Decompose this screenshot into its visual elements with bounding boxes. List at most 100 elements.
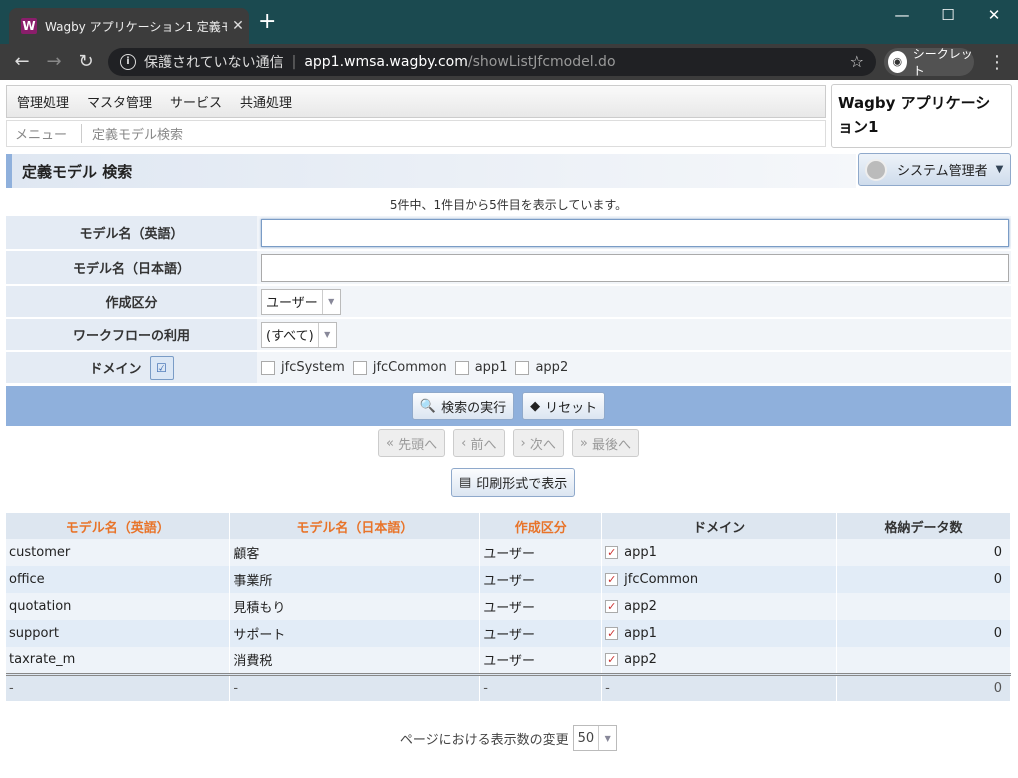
url-host: app1.wmsa.wagby.com (304, 54, 468, 70)
dropdown-arrow-icon: ▼ (321, 289, 340, 314)
name-en-label: モデル名（英語） (6, 216, 257, 249)
forward-arrow-icon[interactable]: → (42, 50, 66, 74)
search-row-domain: ドメイン ☑ jfcSystem jfcCommon app1 app2 (6, 352, 1011, 384)
menu-item-service[interactable]: サービス (170, 92, 222, 111)
domain-option-jfcsystem[interactable]: jfcSystem (261, 360, 345, 375)
table-row[interactable]: office 事業所 ユーザー ✓ jfcCommon 0 (6, 566, 1011, 593)
cell-domain: ✓ app1 (601, 620, 838, 647)
cell-count: 0 (836, 620, 1011, 647)
next-page-label: 次へ (529, 437, 556, 453)
cell-domain-value: app2 (624, 599, 657, 614)
cell-name-en[interactable]: taxrate_m (6, 647, 231, 674)
search-button[interactable]: 🔍 検索の実行 (411, 392, 515, 420)
last-page-button[interactable]: » 最後へ (571, 429, 639, 457)
app-title: Wagby アプリケーション1 (831, 84, 1012, 148)
address-bar[interactable]: i 保護されていない通信 | app1.wmsa.wagby.com/showL… (108, 48, 876, 76)
page-size-control: ページにおける表示数の変更 50 ▼ (6, 725, 1011, 751)
workflow-label: ワークフローの利用 (6, 319, 257, 350)
close-window-icon[interactable]: ✕ (978, 6, 1010, 26)
workflow-select[interactable]: (すべて) ▼ (261, 321, 337, 348)
table-header-row: モデル名（英語） モデル名（日本語） 作成区分 ドメイン 格納データ数 (6, 513, 1011, 539)
col-header-name-ja[interactable]: モデル名（日本語） (229, 513, 481, 539)
table-row[interactable]: support サポート ユーザー ✓ app1 0 (6, 620, 1011, 647)
table-row[interactable]: taxrate_m 消費税 ユーザー ✓ app2 (6, 647, 1011, 674)
total-name-ja: - (229, 672, 481, 701)
checkbox-icon[interactable] (352, 360, 367, 375)
info-icon[interactable]: i (120, 54, 136, 70)
menu-item-common[interactable]: 共通処理 (240, 92, 292, 111)
incognito-badge[interactable]: ◉ シークレット (884, 47, 974, 78)
cell-creator: ユーザー (479, 539, 603, 566)
main-menu-bar: 管理処理 マスタ管理 サービス 共通処理 (6, 85, 826, 118)
maximize-icon[interactable]: ☐ (932, 6, 964, 26)
browser-menu-icon[interactable]: ⋮ (988, 52, 1006, 73)
page-size-select[interactable]: 50 ▼ (572, 725, 618, 751)
name-en-input[interactable] (261, 218, 1009, 247)
cell-name-en[interactable]: office (6, 566, 231, 593)
print-view-button[interactable]: ▤ 印刷形式で表示 (451, 468, 576, 497)
total-count: 0 (836, 672, 1011, 701)
prev-page-label: 前へ (470, 437, 497, 453)
cell-domain-value: jfcCommon (624, 572, 699, 587)
next-page-button[interactable]: › 次へ (512, 429, 564, 457)
breadcrumb-menu-link[interactable]: メニュー (15, 124, 83, 143)
search-action-bar: 🔍 検索の実行 ◆ リセット (6, 386, 1011, 426)
chevron-down-icon: ▼ (995, 164, 1004, 175)
checkbox-icon[interactable] (515, 360, 530, 375)
cell-name-en[interactable]: quotation (6, 593, 231, 620)
reset-button[interactable]: ◆ リセット (522, 392, 606, 420)
cell-name-ja: 顧客 (229, 539, 481, 566)
domain-select-all-checkbox-icon[interactable]: ☑ (149, 355, 174, 380)
user-name: システム管理者 (897, 164, 988, 179)
total-name-en: - (6, 672, 231, 701)
cell-domain: ✓ jfcCommon (601, 566, 838, 593)
cell-name-en[interactable]: support (6, 620, 231, 647)
search-row-name-ja: モデル名（日本語） (6, 251, 1011, 285)
prev-page-button[interactable]: ‹ 前へ (453, 429, 505, 457)
back-arrow-icon[interactable]: ← (10, 50, 34, 74)
checked-icon: ✓ (605, 546, 619, 559)
domain-option-jfccommon[interactable]: jfcCommon (352, 360, 447, 375)
double-chevron-left-icon: « (386, 435, 399, 451)
checkbox-icon[interactable] (454, 360, 469, 375)
breadcrumb: メニュー 定義モデル検索 (6, 120, 826, 147)
tab-close-icon[interactable]: ✕ (227, 18, 249, 34)
tab-title: Wagby アプリケーション1 定義モデル (45, 19, 227, 34)
menu-item-master[interactable]: マスタ管理 (87, 92, 152, 111)
first-page-button[interactable]: « 先頭へ (378, 429, 446, 457)
table-row[interactable]: quotation 見積もり ユーザー ✓ app2 (6, 593, 1011, 620)
creator-selected: ユーザー (266, 296, 318, 311)
total-creator: - (479, 672, 603, 701)
dropdown-arrow-icon: ▼ (317, 322, 336, 347)
checked-icon: ✓ (605, 600, 619, 613)
domain-option-app2[interactable]: app2 (515, 360, 568, 375)
creator-select[interactable]: ユーザー ▼ (261, 288, 341, 315)
new-tab-button[interactable]: + (258, 11, 276, 33)
creator-label: 作成区分 (6, 286, 257, 317)
domain-option-label: app2 (535, 360, 569, 375)
bookmark-star-icon[interactable]: ☆ (850, 52, 864, 71)
col-header-creator[interactable]: 作成区分 (479, 513, 603, 539)
col-header-domain: ドメイン (601, 513, 838, 539)
browser-tab[interactable]: W Wagby アプリケーション1 定義モデル ✕ (9, 8, 249, 44)
cell-count (836, 647, 1011, 674)
domain-label: ドメイン (89, 362, 142, 377)
pager: « 先頭へ ‹ 前へ › 次へ » 最後へ (6, 429, 1011, 457)
domain-option-app1[interactable]: app1 (454, 360, 507, 375)
cell-name-ja: サポート (229, 620, 481, 647)
domain-label-cell: ドメイン ☑ (6, 352, 257, 383)
table-row[interactable]: customer 顧客 ユーザー ✓ app1 0 (6, 539, 1011, 566)
user-menu-button[interactable]: システム管理者 ▼ (858, 153, 1011, 186)
name-ja-input[interactable] (261, 253, 1009, 282)
col-header-name-en[interactable]: モデル名（英語） (6, 513, 231, 539)
reload-icon[interactable]: ↻ (74, 50, 98, 74)
result-summary: 5件中、1件目から5件目を表示しています。 (389, 198, 628, 212)
domain-option-label: jfcSystem (281, 360, 345, 375)
menu-item-admin[interactable]: 管理処理 (17, 92, 69, 111)
checkbox-icon[interactable] (261, 360, 275, 375)
table-total-row: - - - - 0 (6, 672, 1011, 701)
cell-domain-value: app2 (624, 652, 657, 668)
double-chevron-right-icon: » (579, 435, 592, 451)
minimize-icon[interactable]: — (886, 6, 918, 26)
cell-name-en[interactable]: customer (6, 539, 231, 566)
